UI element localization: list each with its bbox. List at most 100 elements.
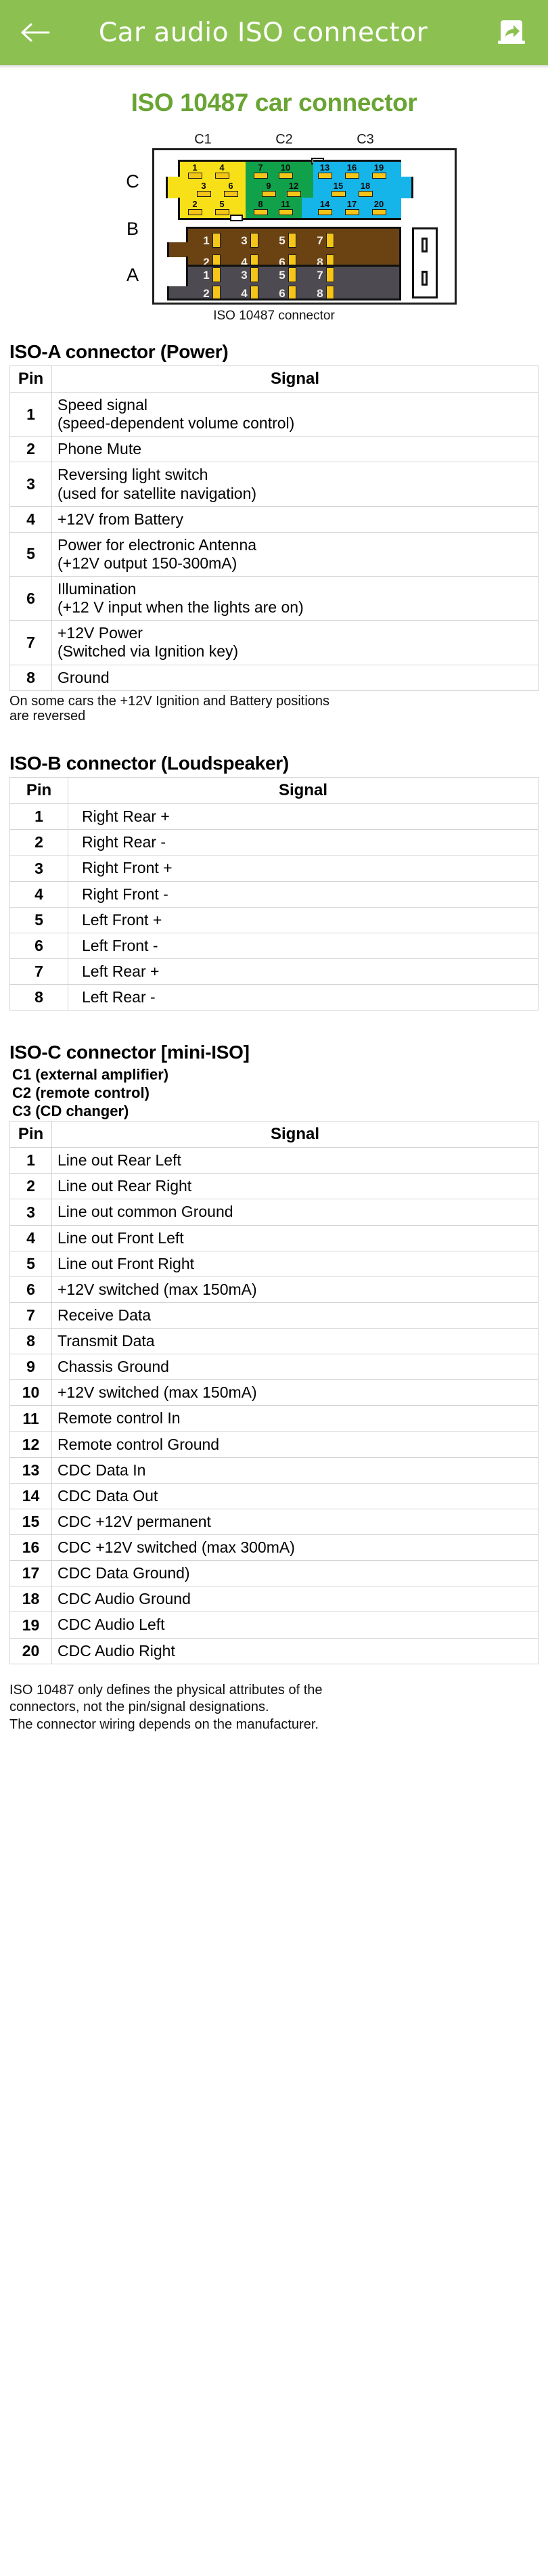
- diagram-pin-slot: [188, 173, 202, 179]
- diagram-pin-slot: [197, 191, 211, 197]
- diagram-col-label-c2: C2: [275, 132, 293, 147]
- diagram-pin-slot: [212, 233, 221, 248]
- column-header-signal: Signal: [51, 365, 539, 393]
- cell-pin: 5: [9, 1250, 52, 1277]
- diagram-pin-label: 3: [241, 269, 248, 282]
- table-row: 13 CDC Data In: [9, 1457, 539, 1484]
- cell-signal: Right Front +: [68, 855, 539, 882]
- table-row: 15 CDC +12V permanent: [9, 1508, 539, 1536]
- table-header-row: Pin Signal: [9, 1121, 539, 1149]
- cell-signal: CDC Data Out: [51, 1482, 539, 1509]
- table-row: 16 CDC +12V switched (max 300mA): [9, 1534, 539, 1561]
- connector-key-slot-top: [421, 238, 428, 252]
- diagram-pin-label: 2: [192, 199, 198, 209]
- cell-pin: 13: [9, 1457, 52, 1484]
- cell-signal: Left Front +: [68, 906, 539, 933]
- iso-a-table-body: 1 Speed signal (speed-dependent volume con…: [9, 391, 539, 691]
- cell-signal: +12V Power (Switched via Ignition key): [51, 620, 539, 665]
- diagram-pin-slot: [359, 191, 373, 197]
- table-row: 1 Right Rear +: [9, 803, 539, 830]
- share-icon[interactable]: [493, 14, 530, 51]
- diagram-pin-slot: [215, 209, 229, 215]
- cell-signal: Line out common Ground: [51, 1199, 539, 1226]
- cell-signal: Line out Front Right: [51, 1250, 539, 1277]
- diagram-pin-slot: [250, 233, 258, 248]
- diagram-pin-slot: [288, 233, 296, 248]
- page-title: ISO 10487 car connector: [131, 89, 417, 116]
- cell-pin: 6: [9, 575, 52, 621]
- cell-pin: 8: [9, 984, 68, 1011]
- cell-pin: 15: [9, 1508, 52, 1536]
- diagram-pin-label: 3: [201, 181, 206, 191]
- table-row: 8 Left Rear -: [9, 984, 539, 1011]
- diagram-pin-label: 8: [317, 287, 323, 300]
- cell-pin: 1: [9, 803, 68, 830]
- cell-signal: CDC +12V switched (max 300mA): [51, 1534, 539, 1561]
- back-arrow-icon[interactable]: [18, 14, 54, 51]
- cell-signal: Illumination (+12 V input when the lights…: [51, 575, 539, 621]
- iso-b-table-body: 1 Right Rear +2 Right Rear -3 Right Front +…: [9, 803, 539, 1011]
- cell-pin: 7: [9, 958, 68, 985]
- cell-pin: 4: [9, 881, 68, 908]
- diagram-pin-slot: [326, 286, 334, 299]
- cell-pin: 3: [9, 855, 68, 882]
- table-row: 3 Right Front +: [9, 855, 539, 882]
- diagram-pin-slot: [212, 267, 221, 282]
- column-header-pin: Pin: [9, 1121, 52, 1149]
- cell-signal: Left Front -: [68, 932, 539, 959]
- table-row: 14 CDC Data Out: [9, 1482, 539, 1509]
- cell-signal: Transmit Data: [51, 1328, 539, 1355]
- diagram-pin-slot: [318, 209, 332, 215]
- cell-signal: Reversing light switch (used for satellit…: [51, 462, 539, 507]
- table-row: 2 Line out Rear Right: [9, 1173, 539, 1200]
- cell-pin: 2: [9, 1173, 52, 1200]
- diagram-pin-slot: [372, 173, 386, 179]
- iso-a-note: On some cars the +12V Ignition and Batte…: [9, 693, 330, 724]
- diagram-pin-label: 11: [281, 199, 290, 209]
- iso-a-table: Pin Signal 1 Speed signal (speed-dependent…: [9, 365, 539, 691]
- iso-b-heading: ISO-B connector (Loudspeaker): [9, 753, 289, 774]
- cell-pin: 3: [9, 462, 52, 507]
- diagram-pin-label: 18: [360, 181, 371, 191]
- table-row: 6 Left Front -: [9, 932, 539, 959]
- diagram-pin-slot: [254, 173, 268, 179]
- cell-pin: 2: [9, 829, 68, 856]
- diagram-pin-slot: [372, 209, 386, 215]
- table-row: 3 Reversing light switch (used for satelli…: [9, 462, 539, 507]
- table-row: 5 Line out Front Right: [9, 1250, 539, 1277]
- diagram-caption: ISO 10487 connector: [213, 309, 335, 323]
- diagram-notch-bottom: [230, 215, 243, 221]
- cell-signal: Left Rear +: [68, 958, 539, 985]
- cell-signal: +12V from Battery: [51, 506, 539, 533]
- diagram-pin-label: 7: [317, 269, 323, 282]
- iso-c-heading: ISO-C connector [mini-ISO]: [9, 1042, 250, 1063]
- table-row: 17 CDC Data Ground): [9, 1560, 539, 1587]
- cell-pin: 1: [9, 391, 52, 437]
- column-header-signal: Signal: [51, 1121, 539, 1149]
- diagram-row-label-a: A: [126, 265, 139, 285]
- cell-pin: 4: [9, 506, 52, 533]
- diagram-pin-label: 8: [258, 199, 263, 209]
- diagram-col-label-c1: C1: [194, 132, 212, 147]
- diagram-pin-slot: [250, 267, 258, 282]
- diagram-row-label-b: B: [126, 219, 139, 239]
- diagram-pin-slot: [250, 286, 258, 299]
- page-content: ISO 10487 car connector C1 C2 C3 C B A 1…: [0, 89, 548, 1761]
- cell-pin: 20: [9, 1637, 52, 1664]
- diagram-pin-label: 16: [346, 162, 357, 173]
- cell-signal: Line out Rear Left: [51, 1147, 539, 1174]
- column-header-signal: Signal: [68, 777, 539, 805]
- diagram-row-label-c: C: [126, 171, 139, 192]
- diagram-pin-label: 2: [203, 287, 210, 300]
- cell-signal: Remote control Ground: [51, 1431, 539, 1458]
- table-row: 4 +12V from Battery: [9, 506, 539, 533]
- diagram-pin-label: 3: [241, 234, 248, 247]
- cell-pin: 5: [9, 906, 68, 933]
- diagram-pin-label: 12: [288, 181, 299, 191]
- cell-signal: Line out Front Left: [51, 1224, 539, 1251]
- table-row: 12 Remote control Ground: [9, 1431, 539, 1458]
- cell-signal: +12V switched (max 150mA): [51, 1379, 539, 1406]
- diagram-pin-slot: [215, 173, 229, 179]
- diagram-pin-label: 9: [266, 181, 271, 191]
- cell-pin: 8: [9, 664, 52, 691]
